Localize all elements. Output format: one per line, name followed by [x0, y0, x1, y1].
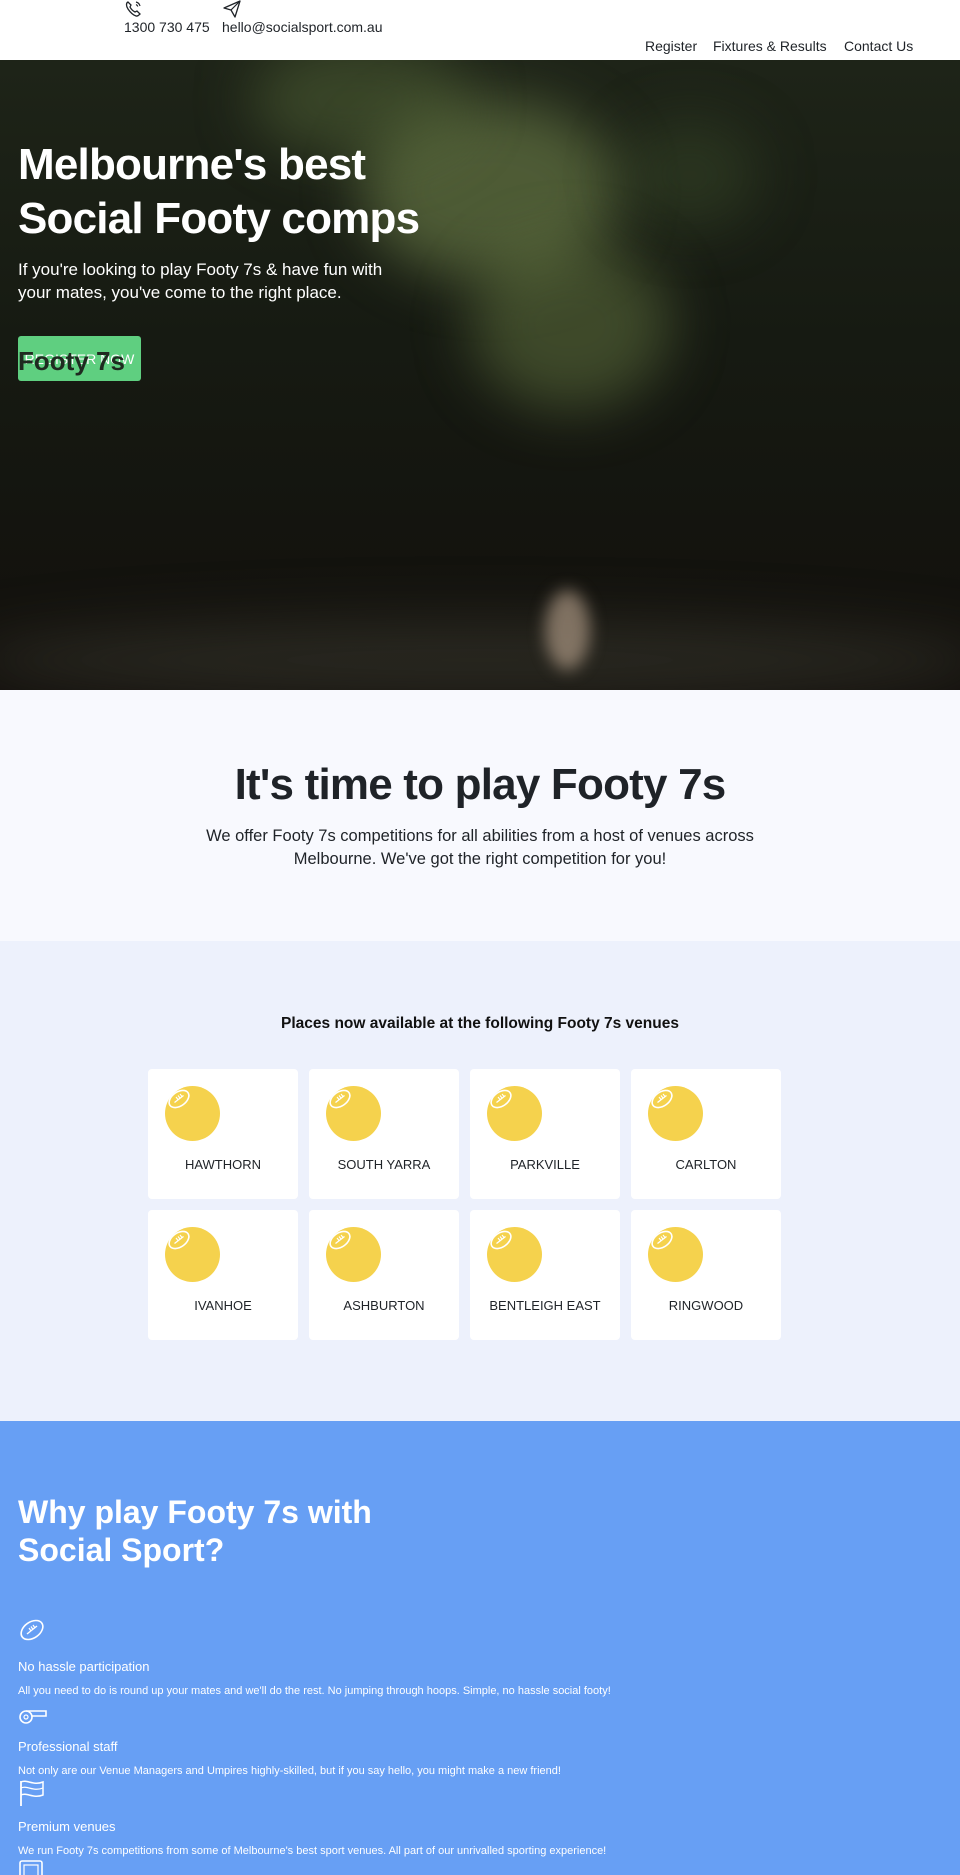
- venue-name: IVANHOE: [194, 1298, 252, 1313]
- venue-ball-badge: [487, 1086, 542, 1141]
- football-icon: [490, 1089, 512, 1109]
- nav-register[interactable]: Register: [645, 38, 697, 54]
- hero-background-hand: [545, 590, 590, 670]
- football-icon: [168, 1089, 190, 1109]
- hero-title: Melbourne's best Social Footy comps: [18, 140, 420, 243]
- hero-background-foliage: [620, 120, 760, 230]
- venue-card[interactable]: HAWTHORN: [148, 1069, 298, 1199]
- venue-card[interactable]: ASHBURTON: [309, 1210, 459, 1340]
- venue-name: PARKVILLE: [510, 1157, 580, 1172]
- phone-number[interactable]: 1300 730 475: [124, 19, 210, 35]
- intro-text: We offer Footy 7s competitions for all a…: [206, 827, 754, 868]
- email-address[interactable]: hello@socialsport.com.au: [222, 19, 383, 35]
- football-icon: [490, 1230, 512, 1250]
- hero-subtitle: If you're looking to play Footy 7s & hav…: [18, 260, 383, 302]
- hero-section: Melbourne's best Social Footy comps If y…: [0, 60, 960, 690]
- nav-contact-us[interactable]: Contact Us: [844, 38, 913, 54]
- venue-card[interactable]: BENTLEIGH EAST: [470, 1210, 620, 1340]
- football-icon: [168, 1230, 190, 1250]
- venue-ball-badge: [487, 1227, 542, 1282]
- email-contact[interactable]: hello@socialsport.com.au: [222, 0, 383, 35]
- top-bar: 1300 730 475 hello@socialsport.com.au Re…: [0, 0, 960, 60]
- venue-card[interactable]: CARLTON: [631, 1069, 781, 1199]
- venues-section: Places now available at the following Fo…: [0, 941, 960, 1421]
- why-section: Why play Footy 7s with Social Sport? No …: [0, 1421, 960, 1875]
- venue-name: BENTLEIGH EAST: [489, 1298, 601, 1313]
- football-icon: [20, 1619, 44, 1641]
- venue-ball-badge: [165, 1086, 220, 1141]
- feature-title: Professional staff: [18, 1739, 118, 1754]
- football-icon: [329, 1230, 351, 1250]
- venue-icon: [19, 1860, 43, 1875]
- football-icon: [651, 1089, 673, 1109]
- phone-contact[interactable]: 1300 730 475: [124, 0, 210, 35]
- venue-name: SOUTH YARRA: [337, 1157, 431, 1172]
- whistle-icon: [19, 1710, 47, 1724]
- venue-ball-badge: [326, 1086, 381, 1141]
- feature-description: Not only are our Venue Managers and Umpi…: [18, 1765, 561, 1777]
- venue-name: RINGWOOD: [668, 1298, 744, 1313]
- flag-icon: [20, 1780, 44, 1806]
- venues-heading: Places now available at the following Fo…: [281, 1015, 679, 1032]
- venue-card[interactable]: RINGWOOD: [631, 1210, 781, 1340]
- intro-section: It's time to play Footy 7s We offer Foot…: [0, 690, 960, 941]
- venue-name: HAWTHORN: [184, 1157, 262, 1172]
- phone-icon: [125, 1, 141, 17]
- venue-card[interactable]: PARKVILLE: [470, 1069, 620, 1199]
- feature-description: We run Footy 7s competitions from some o…: [18, 1845, 607, 1857]
- football-icon: [651, 1230, 673, 1250]
- football-icon: [329, 1089, 351, 1109]
- intro-heading: It's time to play Footy 7s: [234, 760, 727, 809]
- feature-title: No hassle participation: [18, 1659, 150, 1674]
- venue-ball-badge: [648, 1086, 703, 1141]
- hero-overlap-text: Footy 7s: [18, 346, 125, 376]
- hero-background-foliage: [470, 240, 670, 410]
- venue-name: CARLTON: [675, 1157, 737, 1172]
- venue-ball-badge: [648, 1227, 703, 1282]
- venue-card[interactable]: IVANHOE: [148, 1210, 298, 1340]
- feature-title: Premium venues: [18, 1819, 116, 1834]
- send-icon: [223, 0, 241, 18]
- hero-background-ground: [0, 620, 960, 690]
- venue-card[interactable]: SOUTH YARRA: [309, 1069, 459, 1199]
- nav-fixtures-results[interactable]: Fixtures & Results: [713, 38, 827, 54]
- why-heading: Why play Footy 7s with Social Sport?: [18, 1494, 372, 1568]
- venue-ball-badge: [165, 1227, 220, 1282]
- feature-description: All you need to do is round up your mate…: [18, 1685, 611, 1697]
- venue-name: ASHBURTON: [343, 1298, 425, 1313]
- venue-ball-badge: [326, 1227, 381, 1282]
